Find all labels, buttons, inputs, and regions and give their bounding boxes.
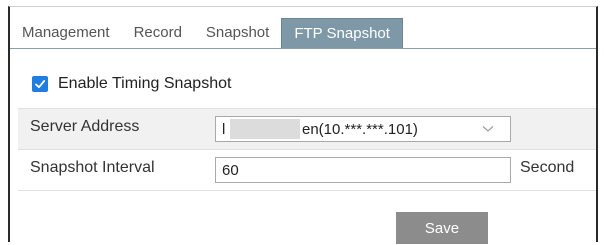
- tab-bar: Management Record Snapshot FTP Snapshot: [10, 12, 596, 49]
- enable-timing-snapshot-checkbox[interactable]: [32, 76, 48, 92]
- snapshot-interval-input[interactable]: 60: [215, 157, 511, 183]
- server-address-row: Server Address l en(10.***.***.101): [18, 108, 596, 149]
- server-address-label: Server Address: [30, 118, 140, 135]
- chevron-down-icon: [482, 126, 494, 132]
- tab-management[interactable]: Management: [10, 18, 122, 48]
- checkmark-icon: [35, 80, 46, 89]
- server-address-value-prefix: l: [222, 121, 226, 138]
- server-address-value: en(10.***.***.101): [302, 121, 418, 138]
- enable-timing-snapshot-label: Enable Timing Snapshot: [58, 75, 232, 92]
- settings-form: Server Address l en(10.***.***.101) Snap…: [18, 108, 596, 191]
- server-address-select[interactable]: l en(10.***.***.101): [215, 116, 511, 142]
- snapshot-interval-unit: Second: [520, 159, 575, 176]
- redacted-region: [230, 119, 300, 139]
- enable-timing-snapshot-row[interactable]: Enable Timing Snapshot: [32, 72, 231, 96]
- save-button[interactable]: Save: [396, 212, 488, 244]
- tab-record[interactable]: Record: [122, 18, 194, 48]
- tab-ftp-snapshot[interactable]: FTP Snapshot: [281, 18, 403, 48]
- snapshot-interval-label: Snapshot Interval: [30, 159, 155, 176]
- snapshot-interval-row: Snapshot Interval 60 Second: [18, 149, 596, 191]
- tab-snapshot[interactable]: Snapshot: [194, 18, 281, 48]
